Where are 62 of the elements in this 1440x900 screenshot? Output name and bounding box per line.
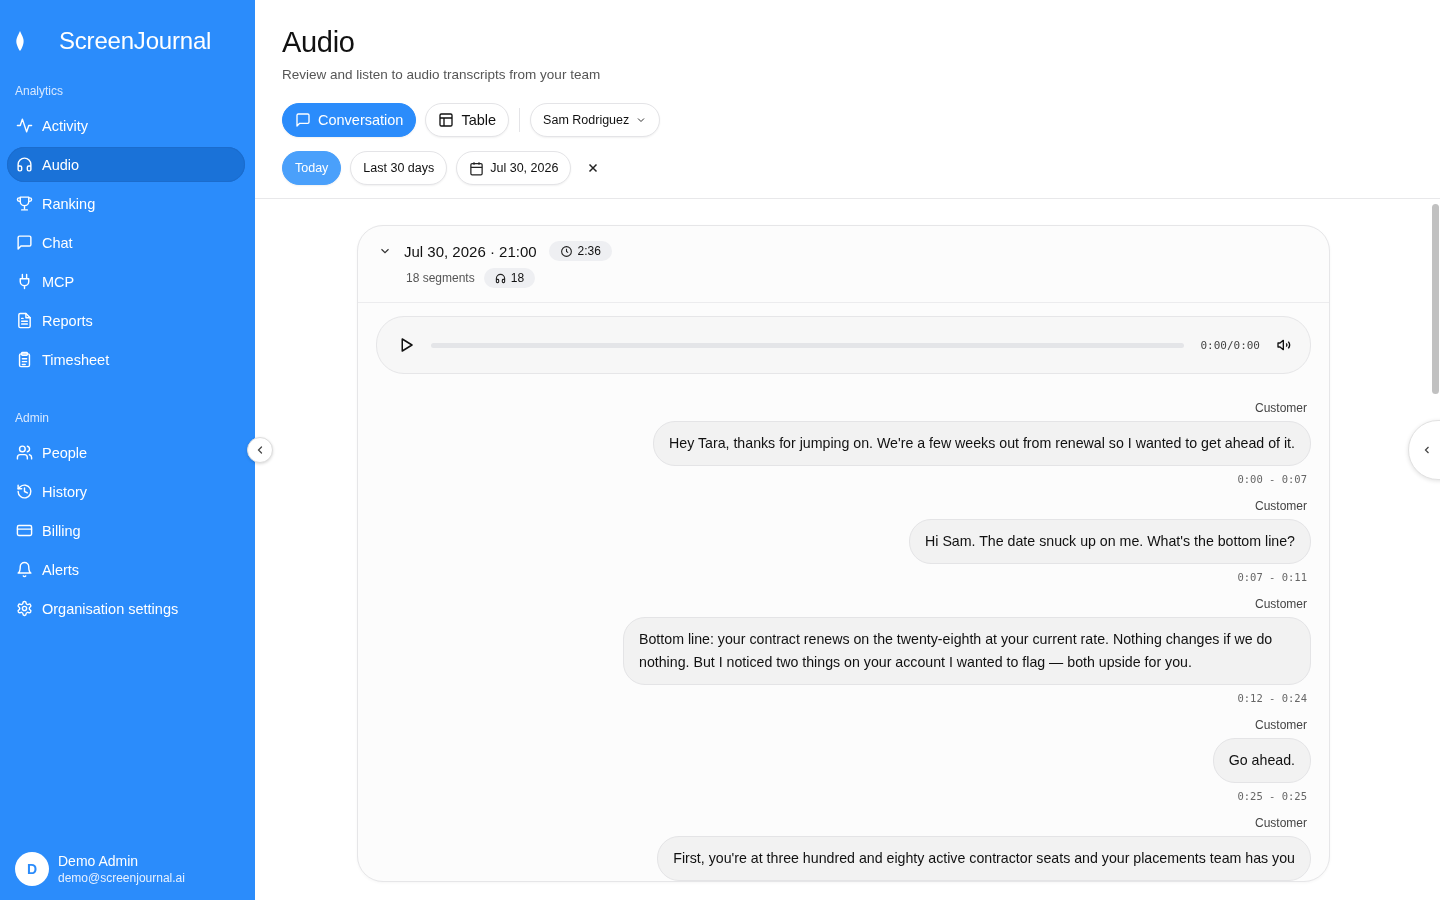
view-tab[interactable]: Table [425, 103, 510, 137]
scrollbar[interactable] [1432, 204, 1439, 394]
message-bubble: Hey Tara, thanks for jumping on. We're a few weeks out from renewal so I wanted to get ahead of it. [653, 421, 1311, 466]
nav-item[interactable]: Timesheet [7, 342, 245, 377]
trophy-icon [16, 195, 33, 212]
duration-badge: 2:36 [548, 241, 612, 261]
person-dropdown[interactable]: Sam Rodriguez [530, 103, 661, 137]
activity-icon [16, 117, 33, 134]
timestamp: 0:25 - 0:25 [1237, 790, 1307, 802]
chat-icon [16, 234, 33, 251]
bell-icon [16, 561, 33, 578]
history-icon [16, 483, 33, 500]
user-name: Demo Admin [58, 853, 140, 869]
nav-item[interactable]: Audio [7, 147, 245, 182]
timestamp: 0:07 - 0:11 [1237, 571, 1307, 583]
credit-card-icon [16, 522, 33, 539]
nav-item[interactable]: Billing [7, 513, 245, 548]
section-heading: Analytics [14, 84, 65, 100]
calendar-icon [469, 160, 485, 176]
playback-time: 0:00/0:00 [1200, 338, 1260, 352]
brand-name: ScreenJournal [59, 27, 212, 55]
nav-item[interactable]: Organisation settings [7, 591, 245, 626]
message-bubble: Hi Sam. The date snuck up on me. What's the bottom line? [909, 519, 1311, 564]
nav-item[interactable]: Ranking [7, 186, 245, 221]
speaker-label: Customer [1255, 597, 1307, 611]
speaker-label: Customer [1255, 718, 1307, 732]
clipboard-icon [16, 351, 33, 368]
headphones-icon [16, 156, 33, 173]
date-range-button[interactable]: Last 30 days [350, 151, 448, 185]
table-icon [438, 112, 455, 128]
user-email: demo@screenjournal.ai [58, 871, 185, 885]
message-bubble: First, you're at three hundred and eighty active contractor seats and your placements team has you [657, 836, 1311, 881]
nav-item[interactable]: MCP [7, 264, 245, 299]
date-range-button[interactable]: Today [282, 151, 342, 185]
nav-item[interactable]: History [7, 474, 245, 509]
date-picker[interactable]: Jul 30, 2026 [456, 151, 572, 185]
timestamp: 0:12 - 0:24 [1237, 692, 1307, 704]
segment-count: 18 segments [406, 271, 475, 285]
chat-icon [295, 112, 311, 128]
recording-title: Jul 30, 2026 · 21:00 [404, 242, 537, 260]
speaker-label: Customer [1255, 499, 1307, 513]
flame-logo-icon [15, 31, 25, 51]
speaker-label: Customer [1255, 401, 1307, 415]
message-bubble: Bottom line: your contract renews on the twenty-eighth at your current rate. Nothing changes if we do nothing. But I noticed two things on your account I wanted to flag — both upside for you. [623, 617, 1311, 685]
page-title: Audio [282, 26, 356, 59]
settings-icon [16, 600, 33, 617]
avatar[interactable]: D [15, 852, 49, 886]
nav-item[interactable]: People [7, 435, 245, 470]
view-tab[interactable]: Conversation [282, 103, 417, 137]
listen-count-badge: 18 [483, 268, 536, 288]
nav-item[interactable]: Reports [7, 303, 245, 338]
speaker-label: Customer [1255, 816, 1307, 830]
page-subtitle: Review and listen to audio transcripts from your team [282, 67, 602, 82]
nav-item[interactable]: Chat [7, 225, 245, 260]
volume-button[interactable] [1276, 337, 1292, 353]
message-bubble: Go ahead. [1212, 738, 1311, 783]
people-icon [16, 444, 33, 461]
nav-item[interactable]: Activity [7, 108, 245, 143]
nav-item[interactable]: Alerts [7, 552, 245, 587]
document-icon [16, 312, 33, 329]
section-heading: Admin [14, 411, 50, 427]
timestamp: 0:00 - 0:07 [1237, 473, 1307, 485]
